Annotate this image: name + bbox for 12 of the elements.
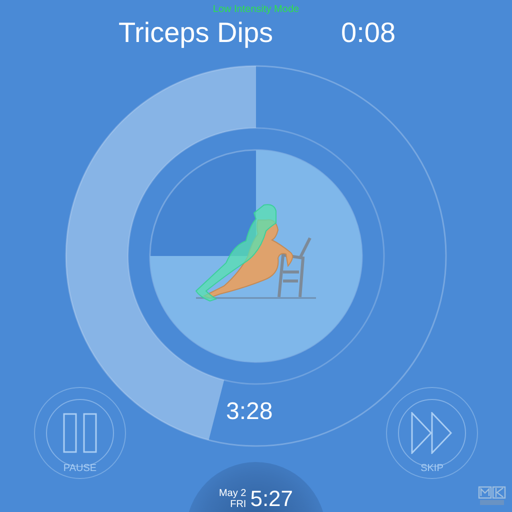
logo-icon bbox=[478, 486, 506, 506]
clock-time: 5:27 bbox=[250, 486, 294, 512]
workout-remaining-time: 3:28 bbox=[226, 398, 273, 426]
fast-forward-icon bbox=[411, 412, 453, 454]
clock-date: May 2 bbox=[218, 488, 246, 499]
clock-weekday: FRI bbox=[230, 499, 246, 510]
mode-label: Low Intensity Mode bbox=[212, 4, 300, 16]
skip-button[interactable]: SKIP bbox=[386, 387, 478, 479]
pause-icon bbox=[63, 413, 97, 453]
pause-button[interactable]: PAUSE bbox=[34, 387, 126, 479]
exercise-timer: 0:08 bbox=[341, 16, 396, 50]
exercise-title: Triceps Dips bbox=[118, 16, 274, 50]
